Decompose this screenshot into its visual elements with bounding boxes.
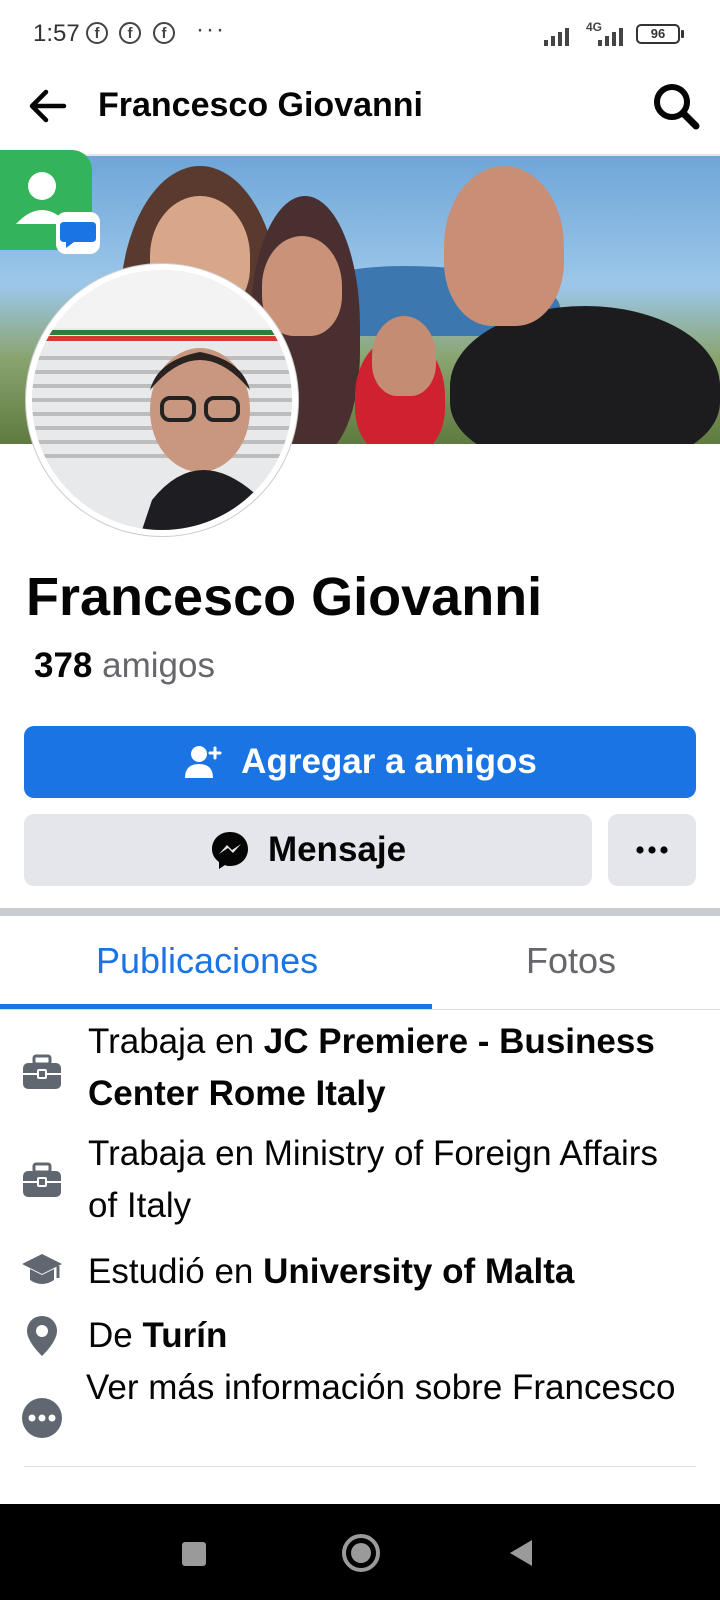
messenger-icon: [210, 830, 250, 870]
status-time: 1:57: [33, 20, 80, 47]
signal-icon: [544, 28, 569, 46]
recent-apps-icon[interactable]: [182, 1542, 206, 1566]
active-tab-indicator: [0, 1004, 432, 1009]
home-icon[interactable]: [342, 1534, 380, 1572]
facebook-icon: f: [119, 22, 141, 44]
profile-tabs: Publicaciones Fotos: [0, 916, 720, 1010]
back-arrow-icon[interactable]: [24, 82, 72, 130]
battery-tip: [681, 30, 684, 38]
see-more-link[interactable]: Ver más información sobre Francesco: [86, 1362, 686, 1414]
more-options-button[interactable]: [608, 814, 696, 886]
add-friend-icon: [183, 742, 223, 782]
notification-more: ···: [196, 16, 226, 43]
briefcase-icon: [23, 1054, 61, 1089]
info-item-education[interactable]: Estudió en University of Malta: [0, 1242, 720, 1302]
status-bar: 1:57 f f f ··· 4G 96: [0, 0, 720, 68]
chat-app-bubble-icon[interactable]: [0, 150, 100, 254]
home-icon-inner: [351, 1543, 371, 1563]
info-item-see-more[interactable]: Ver más información sobre Francesco: [0, 1362, 720, 1466]
cover-person-face: [262, 236, 342, 336]
cover-person-face: [444, 166, 564, 326]
facebook-icon: f: [153, 22, 175, 44]
school-name[interactable]: University of Malta: [263, 1252, 574, 1291]
add-friend-label: Agregar a amigos: [241, 742, 537, 781]
more-dots-icon: [22, 1398, 62, 1438]
search-icon[interactable]: [648, 78, 704, 134]
info-prefix: De: [88, 1316, 143, 1355]
info-text: Trabaja en Ministry of Foreign Affairs o…: [88, 1134, 658, 1225]
info-prefix: Trabaja en: [88, 1022, 264, 1061]
tab-photos[interactable]: Fotos: [526, 940, 616, 982]
info-text: Trabaja en JC Premiere - Business Center…: [88, 1016, 688, 1120]
info-text: De Turín: [88, 1310, 688, 1362]
info-text: Estudió en University of Malta: [88, 1246, 688, 1298]
friends-number: 378: [34, 646, 93, 685]
message-badge-icon: [56, 212, 100, 254]
signal-icon-2: [598, 28, 623, 46]
section-divider: [0, 908, 720, 916]
message-bubble-icon: [60, 222, 96, 248]
info-item-hometown[interactable]: De Turín: [0, 1306, 720, 1366]
message-button[interactable]: Mensaje: [24, 814, 592, 886]
info-item-work-2[interactable]: Trabaja en Ministry of Foreign Affairs o…: [0, 1128, 720, 1234]
friends-label: amigos: [102, 646, 215, 685]
system-nav-bar: [0, 1504, 720, 1600]
info-item-work-1[interactable]: Trabaja en JC Premiere - Business Center…: [0, 1016, 720, 1128]
avatar-image: [32, 270, 292, 530]
info-prefix: Estudió en: [88, 1252, 264, 1291]
profile-avatar[interactable]: [26, 264, 298, 536]
profile-name: Francesco Giovanni: [26, 567, 543, 627]
location-pin-icon: [27, 1316, 57, 1356]
more-dots-icon: [636, 846, 668, 854]
cover-person-face: [372, 316, 436, 396]
add-friend-button[interactable]: Agregar a amigos: [24, 726, 696, 798]
hometown-name[interactable]: Turín: [142, 1316, 227, 1355]
divider: [24, 1466, 696, 1467]
tab-posts[interactable]: Publicaciones: [96, 940, 318, 982]
facebook-icon: f: [86, 22, 108, 44]
page-title: Francesco Giovanni: [98, 86, 423, 124]
message-label: Mensaje: [267, 830, 407, 869]
briefcase-icon: [23, 1162, 61, 1197]
battery-icon: 96: [636, 24, 680, 44]
graduation-cap-icon: [22, 1254, 62, 1284]
top-app-bar: Francesco Giovanni: [0, 68, 720, 156]
back-triangle-icon[interactable]: [510, 1540, 532, 1566]
friends-count[interactable]: 378 amigos: [34, 646, 215, 686]
